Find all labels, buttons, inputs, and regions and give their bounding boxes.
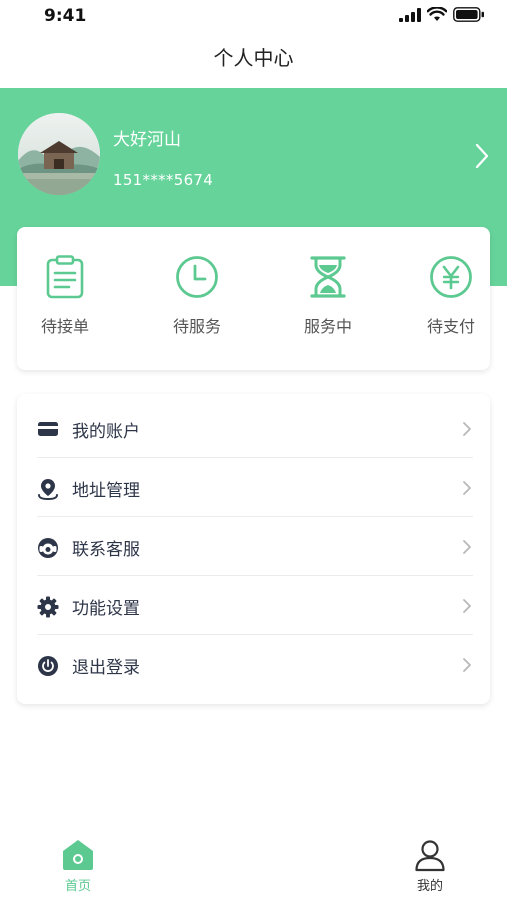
profile-page: 9:41 个人中心 大好河山 151****5674 待接单 待服务 服务中 待… <box>0 0 507 900</box>
order-status-card: 待接单 待服务 服务中 待支付 <box>17 227 490 370</box>
status-icons <box>399 7 485 22</box>
user-icon <box>415 840 445 872</box>
order-item-in-service[interactable]: 服务中 <box>282 255 374 337</box>
headset-icon <box>38 538 58 558</box>
order-item-pending-payment[interactable]: 待支付 <box>405 255 497 337</box>
menu-item-label: 联系客服 <box>72 540 140 560</box>
menu-card: 我的账户 地址管理 联系客服 功能设置 退出登录 <box>17 394 490 704</box>
order-item-label: 待服务 <box>172 317 221 336</box>
menu-item-label: 我的账户 <box>72 422 140 442</box>
avatar-image <box>18 113 100 195</box>
location-pin-icon <box>38 479 58 500</box>
page-title: 个人中心 <box>213 46 294 70</box>
chevron-right-icon <box>463 599 471 613</box>
menu-item-label: 地址管理 <box>72 481 140 501</box>
chevron-right-icon <box>463 658 471 672</box>
order-item-pending-accept[interactable]: 待接单 <box>19 255 111 337</box>
home-icon <box>63 840 93 870</box>
chevron-right-icon <box>463 540 471 554</box>
tab-home[interactable]: 首页 <box>38 838 118 894</box>
menu-item-logout[interactable]: 退出登录 <box>17 635 490 694</box>
hourglass-icon <box>310 256 346 298</box>
menu-item-customer-service[interactable]: 联系客服 <box>17 517 490 576</box>
signal-icon <box>399 7 421 22</box>
status-bar: 9:41 <box>0 0 507 34</box>
card-icon <box>38 422 58 436</box>
order-item-label: 服务中 <box>303 317 352 336</box>
tab-mine[interactable]: 我的 <box>390 838 470 894</box>
menu-item-label: 退出登录 <box>72 658 140 678</box>
status-time: 9:41 <box>44 6 87 26</box>
chevron-right-icon <box>463 422 471 436</box>
yen-icon <box>430 256 472 298</box>
tab-bar: 首页 我的 <box>0 830 507 900</box>
chevron-right-icon[interactable] <box>475 143 489 173</box>
order-item-label: 待支付 <box>426 317 475 336</box>
clipboard-icon <box>46 255 84 299</box>
menu-item-label: 功能设置 <box>72 599 140 619</box>
tab-label: 我的 <box>416 879 443 894</box>
menu-item-settings[interactable]: 功能设置 <box>17 576 490 635</box>
menu-item-account[interactable]: 我的账户 <box>17 399 490 458</box>
gear-icon <box>37 596 59 618</box>
user-phone: 151****5674 <box>113 171 214 189</box>
order-item-label: 待接单 <box>40 317 89 336</box>
menu-item-address[interactable]: 地址管理 <box>17 458 490 517</box>
user-name: 大好河山 <box>113 130 181 150</box>
order-item-pending-service[interactable]: 待服务 <box>151 255 243 337</box>
battery-icon <box>453 7 484 22</box>
clock-icon <box>176 256 218 298</box>
wifi-icon <box>427 7 447 21</box>
chevron-right-icon <box>463 481 471 495</box>
tab-label: 首页 <box>64 879 91 894</box>
avatar[interactable] <box>18 113 100 195</box>
power-icon <box>38 656 58 676</box>
